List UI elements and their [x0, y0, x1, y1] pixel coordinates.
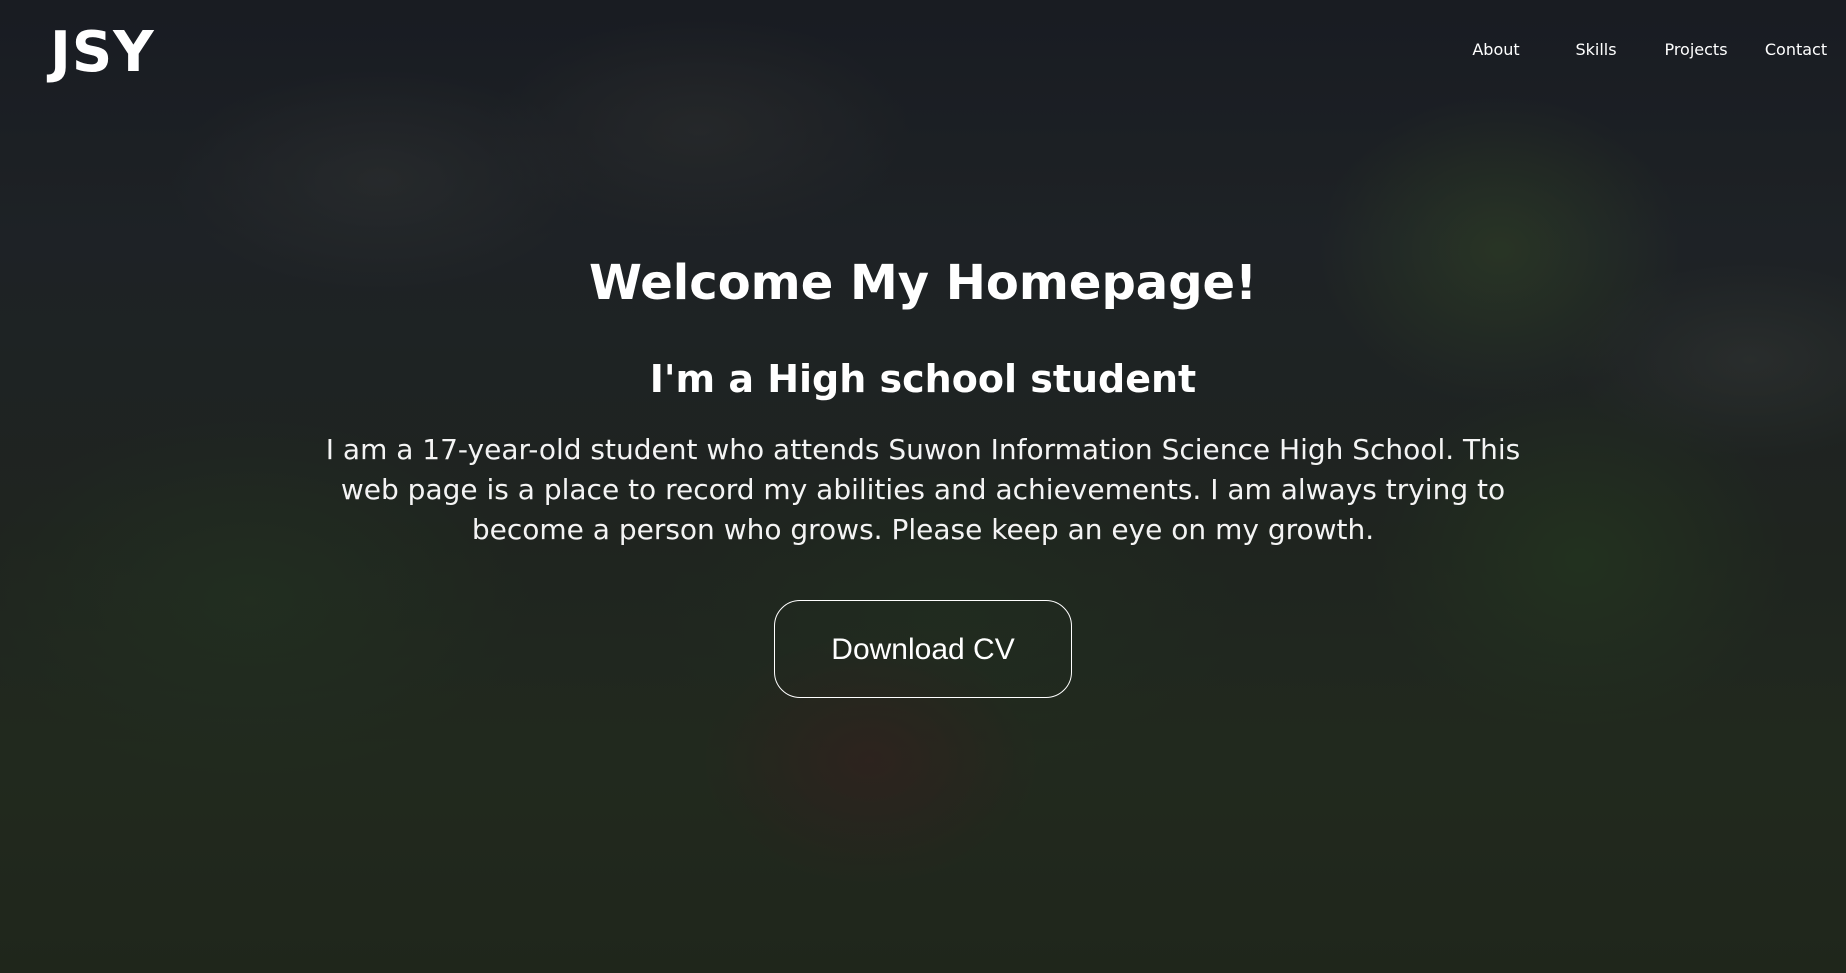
main-nav: About Skills Projects Contact: [1446, 38, 1846, 62]
hero-description: I am a 17-year-old student who attends S…: [325, 433, 1521, 546]
nav-link-contact[interactable]: Contact: [1746, 38, 1846, 62]
nav-link-projects[interactable]: Projects: [1646, 38, 1746, 62]
hero-title: Welcome My Homepage!: [589, 255, 1257, 311]
nav-link-skills[interactable]: Skills: [1546, 38, 1646, 62]
download-cv-button[interactable]: Download CV: [774, 600, 1072, 698]
hero-section: Welcome My Homepage! I'm a High school s…: [0, 250, 1846, 698]
hero-subtitle: I'm a High school student: [649, 357, 1197, 401]
homepage: JSY About Skills Projects Contact Welcom…: [0, 0, 1846, 973]
site-logo[interactable]: JSY: [50, 20, 155, 86]
nav-link-about[interactable]: About: [1446, 38, 1546, 62]
